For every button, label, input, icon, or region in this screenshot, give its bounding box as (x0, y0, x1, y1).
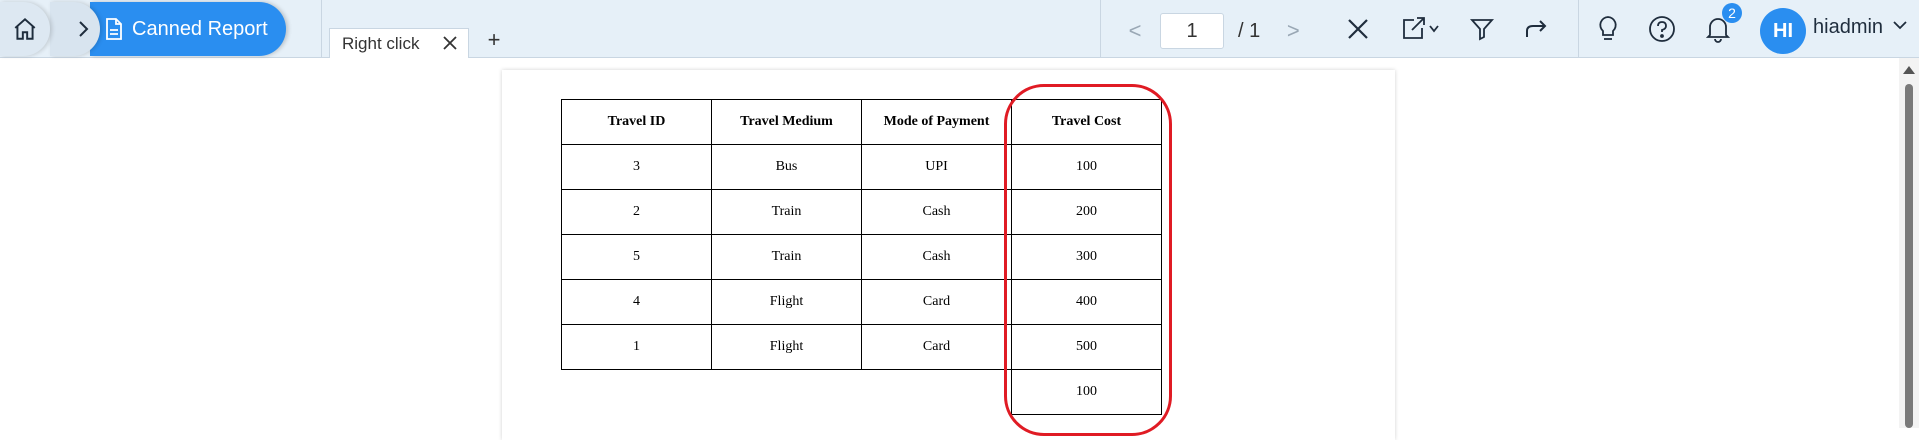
close-icon (1348, 19, 1368, 39)
empty-cell (711, 369, 862, 415)
tab-right-click[interactable]: Right click (329, 28, 469, 58)
table-cell[interactable]: Train (711, 189, 862, 235)
empty-cell (561, 369, 712, 415)
tab-label: Right click (342, 33, 420, 53)
table-cell[interactable]: 3 (561, 144, 712, 190)
table-cell[interactable]: 4 (561, 279, 712, 325)
ideas-button[interactable] (1590, 12, 1626, 46)
table-cell[interactable]: Flight (711, 279, 862, 325)
divider (1578, 0, 1579, 58)
table-cell[interactable]: Train (711, 234, 862, 280)
scroll-thumb[interactable] (1905, 84, 1913, 428)
filter-button[interactable] (1464, 12, 1500, 46)
document-icon (106, 18, 122, 40)
chevron-right-icon (79, 21, 89, 37)
column-header[interactable]: Travel ID (561, 99, 712, 145)
table-cell[interactable]: Cash (861, 189, 1012, 235)
help-icon (1649, 16, 1675, 42)
username[interactable]: hiadmin (1813, 16, 1883, 39)
vertical-scrollbar[interactable] (1899, 58, 1919, 428)
breadcrumb-label: Canned Report (132, 17, 268, 40)
lightbulb-icon (1599, 16, 1617, 40)
table-cell[interactable]: Card (861, 324, 1012, 370)
pagination: < / 1 > (1120, 13, 1308, 49)
table-cell[interactable]: 1 (561, 324, 712, 370)
notification-badge: 2 (1722, 3, 1742, 23)
page-number-input[interactable] (1160, 13, 1224, 49)
table-cell[interactable]: UPI (861, 144, 1012, 190)
table-cell[interactable]: Bus (711, 144, 862, 190)
share-icon (1526, 20, 1547, 37)
table-cell[interactable]: Cash (861, 234, 1012, 280)
avatar[interactable]: HI (1760, 8, 1806, 54)
highlight-annotation (1004, 84, 1172, 436)
column-header[interactable]: Mode of Payment (861, 99, 1012, 145)
table-cell[interactable]: 2 (561, 189, 712, 235)
chevron-down-icon[interactable] (1893, 20, 1907, 30)
divider (321, 0, 322, 58)
table-cell[interactable]: 5 (561, 234, 712, 280)
page-total: / 1 (1238, 19, 1261, 42)
table-cell[interactable]: Card (861, 279, 1012, 325)
table-cell[interactable]: Flight (711, 324, 862, 370)
filter-icon (1469, 19, 1495, 41)
prev-page-button[interactable]: < (1120, 18, 1150, 44)
help-button[interactable] (1644, 12, 1680, 46)
home-icon (14, 17, 36, 40)
empty-cell (861, 369, 1012, 415)
close-icon[interactable] (442, 35, 458, 51)
column-header[interactable]: Travel Medium (711, 99, 862, 145)
next-page-button[interactable]: > (1278, 18, 1308, 44)
divider (1100, 0, 1101, 58)
scroll-up-arrow-icon[interactable] (1903, 66, 1915, 74)
breadcrumb-canned-report[interactable]: Canned Report (90, 2, 286, 56)
home-button[interactable] (0, 2, 50, 56)
top-toolbar: Canned Report Right click + < / 1 > 2 HI… (0, 0, 1919, 58)
add-tab-button[interactable]: + (484, 27, 504, 52)
export-button[interactable] (1396, 12, 1444, 46)
export-icon (1403, 17, 1439, 39)
share-button[interactable] (1518, 12, 1554, 46)
close-report-button[interactable] (1340, 12, 1376, 46)
